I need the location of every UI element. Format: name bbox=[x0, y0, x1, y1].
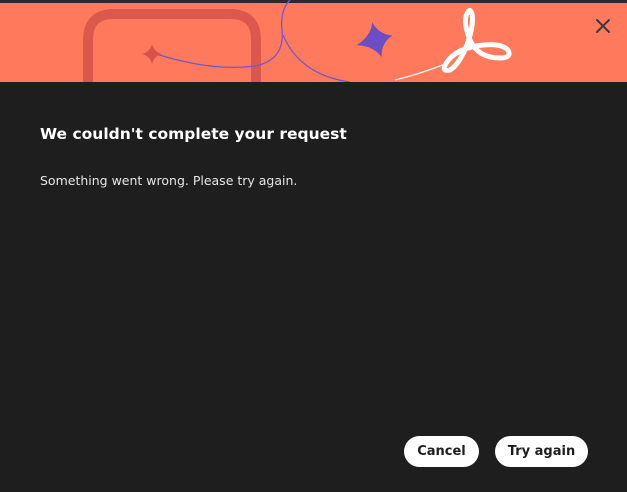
dialog-banner bbox=[0, 0, 627, 82]
close-button[interactable] bbox=[590, 13, 616, 39]
close-icon bbox=[596, 19, 610, 33]
dialog-title: We couldn't complete your request bbox=[40, 125, 347, 143]
banner-illustration bbox=[0, 0, 627, 82]
error-dialog: We couldn't complete your request Someth… bbox=[0, 0, 627, 492]
dialog-message: Something went wrong. Please try again. bbox=[40, 173, 298, 188]
try-again-button[interactable]: Try again bbox=[495, 436, 588, 467]
cancel-button[interactable]: Cancel bbox=[404, 436, 479, 467]
